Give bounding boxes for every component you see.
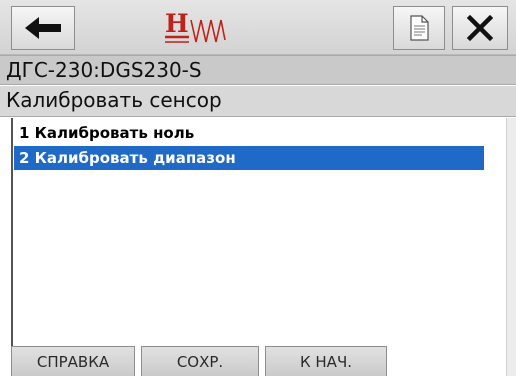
page-title: Калибровать сенсор [0,86,516,117]
menu-item-calibrate-zero[interactable]: 1 Калибровать ноль [14,121,484,145]
device-screen: H ДГС-230:DGS230-S Калибровать сенсор 1 … [0,0,516,376]
hw-logo: H [165,9,226,43]
arrow-left-icon [25,17,61,39]
close-button[interactable] [452,6,508,50]
close-icon [466,14,494,42]
menu-item-calibrate-span[interactable]: 2 Калибровать диапазон [14,146,484,170]
save-button[interactable]: СОХР. [141,346,259,376]
svg-text:H: H [165,9,189,38]
toolbar: H [0,0,516,55]
back-button[interactable] [11,6,75,50]
scrollbar-track[interactable] [506,118,516,376]
bottom-bar: СПРАВКА СОХР. К НАЧ. [0,342,516,376]
document-button[interactable] [393,6,445,50]
list-left-border [11,118,13,346]
home-button[interactable]: К НАЧ. [265,346,387,376]
menu-list: 1 Калибровать ноль 2 Калибровать диапазо… [14,121,484,341]
help-button[interactable]: СПРАВКА [11,346,135,376]
document-icon [410,15,429,41]
device-title: ДГС-230:DGS230-S [0,55,516,85]
